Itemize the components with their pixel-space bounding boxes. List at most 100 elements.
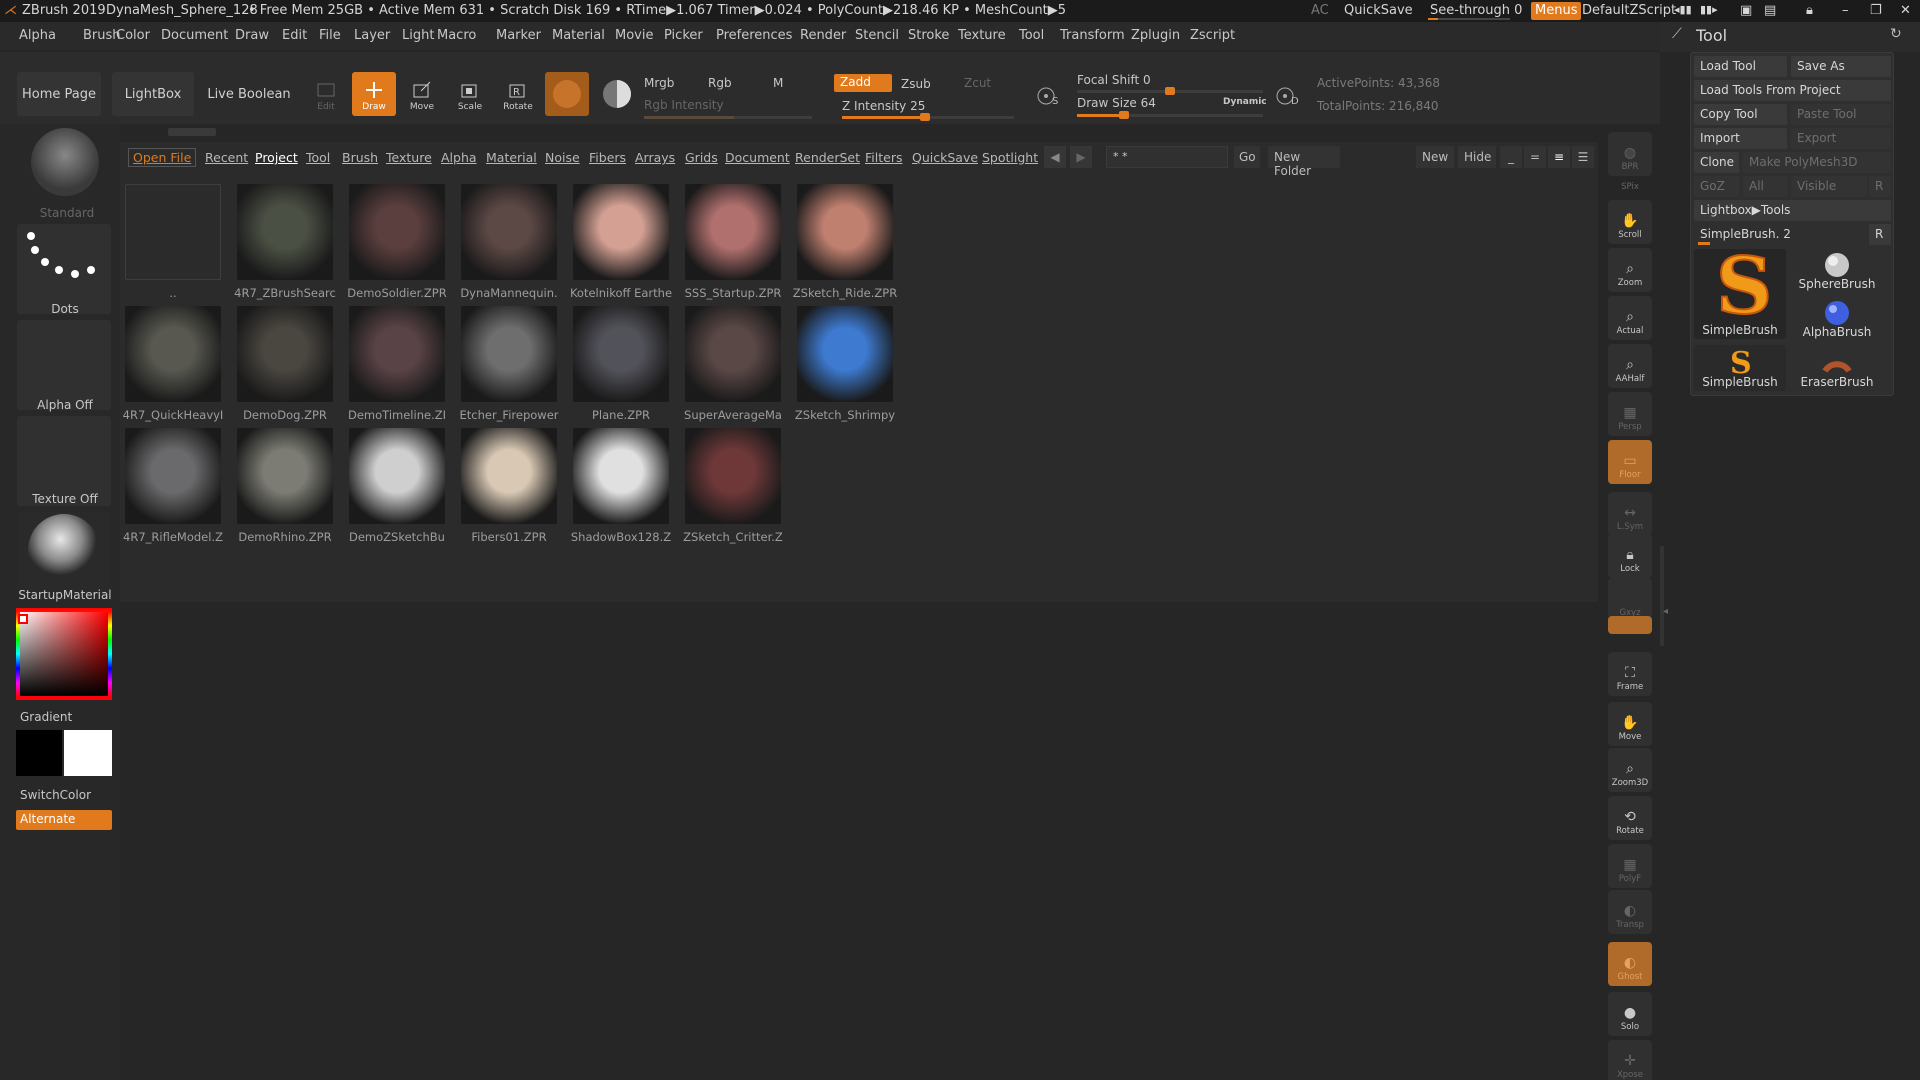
menu-layer[interactable]: Layer [354,28,390,43]
file-thumbnail[interactable] [349,184,445,280]
view-floor-button[interactable]: ▭ Floor [1608,440,1652,484]
lightbox-tools-button[interactable]: Lightbox▶Tools [1694,200,1891,221]
file-thumbnail[interactable] [125,428,221,524]
draw-button[interactable]: Draw [352,72,396,116]
minimize-icon[interactable]: – [1842,3,1849,18]
lightbox-tab-project[interactable]: Project [255,150,298,165]
file-thumbnail[interactable] [685,184,781,280]
lightbox-tab-fibers[interactable]: Fibers [589,150,626,165]
file-thumbnail[interactable] [797,184,893,280]
z-intensity-track[interactable] [842,113,1014,121]
menu-stroke[interactable]: Stroke [908,28,949,43]
file-thumbnail[interactable] [685,306,781,402]
import-button[interactable]: Import [1694,128,1787,149]
menu-tool[interactable]: Tool [1019,28,1044,43]
view-zoom-button[interactable]: ⌕ Zoom [1608,248,1652,292]
alphabrush-item[interactable]: AlphaBrush [1791,297,1883,341]
s-toggle[interactable]: S [1034,82,1064,112]
rgb-button[interactable]: Rgb [708,76,732,90]
menu-stencil[interactable]: Stencil [855,28,899,43]
draw-size-track[interactable] [1077,111,1263,119]
menus-toggle[interactable]: Menus [1531,2,1582,20]
lightbox-tab-filters[interactable]: Filters [865,150,902,165]
lightbox-tab-noise[interactable]: Noise [545,150,580,165]
d-toggle[interactable]: D [1273,82,1303,112]
view-lsym-button[interactable]: ↔ L.Sym [1608,492,1652,536]
menu-draw[interactable]: Draw [235,28,269,43]
layout-icon[interactable]: ▮▮▸ [1700,3,1718,16]
export-button[interactable]: Export [1791,128,1891,149]
next-arrow-icon[interactable]: ▶ [1070,146,1092,168]
file-thumbnail[interactable] [461,428,557,524]
mrgb-button[interactable]: Mrgb [644,76,674,90]
file-thumbnail[interactable] [461,184,557,280]
main-color-swatch[interactable] [64,730,112,776]
size-small-icon[interactable]: _ [1500,146,1522,168]
move-button[interactable]: Move [400,72,444,116]
draw-size-slider[interactable]: Draw Size 64 [1077,96,1156,110]
menu-alpha[interactable]: Alpha [19,28,56,43]
file-thumbnail[interactable] [573,306,669,402]
view-ghost-button[interactable]: ◐ Ghost [1608,942,1652,986]
close-icon[interactable]: ✕ [1900,3,1911,18]
color-mode-button[interactable] [595,72,639,116]
lightbox-tab-arrays[interactable]: Arrays [635,150,675,165]
refresh-icon[interactable]: ↻ [1890,26,1902,42]
file-thumbnail[interactable] [125,306,221,402]
material-slot[interactable] [17,512,111,600]
menu-document[interactable]: Document [161,28,228,43]
color-picker-handle[interactable] [18,614,28,624]
zadd-button[interactable]: Zadd [834,74,892,92]
file-thumbnail[interactable] [349,306,445,402]
menu-picker[interactable]: Picker [664,28,703,43]
lightbox-tab-brush[interactable]: Brush [342,150,378,165]
zcut-button[interactable]: Zcut [964,76,991,90]
file-thumbnail[interactable] [237,428,333,524]
quicksave-button[interactable]: QuickSave [1344,3,1413,18]
dynamic-toggle[interactable]: Dynamic [1223,97,1267,107]
view-frame-button[interactable]: ⛶ Frame [1608,652,1652,696]
color-picker[interactable] [16,608,112,700]
simplebrush-large-item[interactable]: S SimpleBrush [1694,240,1786,339]
file-thumbnail[interactable] [797,306,893,402]
spherebrush-item[interactable]: SphereBrush [1791,249,1883,293]
load-tools-from-project-button[interactable]: Load Tools From Project [1694,80,1891,101]
rgb-intensity-track[interactable] [644,116,812,119]
make-polymesh-button[interactable]: Make PolyMesh3D [1743,152,1891,173]
zsub-button[interactable]: Zsub [901,77,931,91]
file-thumbnail[interactable] [573,428,669,524]
save-as-button[interactable]: Save As [1791,56,1891,77]
material-mode-button[interactable] [545,72,589,116]
goz-button[interactable]: GoZ [1694,176,1739,197]
seethrough-slider[interactable]: See-through 0 [1430,3,1522,18]
simplebrush-small-item[interactable]: S SimpleBrush [1694,345,1786,391]
file-thumbnail[interactable] [349,428,445,524]
view-bpr-button[interactable]: ◍ BPR [1608,132,1652,176]
right-tray-scroll[interactable] [1660,546,1664,646]
lock-icon[interactable]: 🔒︎ [1806,3,1813,18]
lightbox-tab-recent[interactable]: Recent [205,150,248,165]
default-zscript-button[interactable]: DefaultZScript [1582,3,1676,18]
clone-button[interactable]: Clone [1694,152,1739,173]
m-button[interactable]: M [773,76,783,90]
all-button[interactable]: All [1743,176,1788,197]
secondary-color-swatch[interactable] [16,730,62,776]
menu-preferences[interactable]: Preferences [716,28,792,43]
size-large-icon[interactable]: ≡ [1548,146,1570,168]
view-persp-button[interactable]: ▦ Persp [1608,392,1652,436]
menu-edit[interactable]: Edit [282,28,307,43]
size-xl-icon[interactable]: ☰ [1572,146,1594,168]
r-button[interactable]: R [1869,176,1891,197]
edit-button[interactable]: Edit [304,72,348,116]
stroke-slot[interactable] [17,224,111,314]
window2-icon[interactable]: ▤ [1764,3,1776,18]
focal-shift-track[interactable] [1077,87,1263,95]
menu-material[interactable]: Material [552,28,605,43]
ac-label[interactable]: AC [1311,3,1329,18]
file-thumbnail[interactable] [461,306,557,402]
menu-render[interactable]: Render [800,28,846,43]
lightbox-tab-quicksave[interactable]: QuickSave [912,150,978,165]
view-transp-button[interactable]: ◐ Transp [1608,890,1652,934]
tray-scroll-handle[interactable] [168,128,216,136]
hide-button[interactable]: Hide [1458,146,1496,168]
